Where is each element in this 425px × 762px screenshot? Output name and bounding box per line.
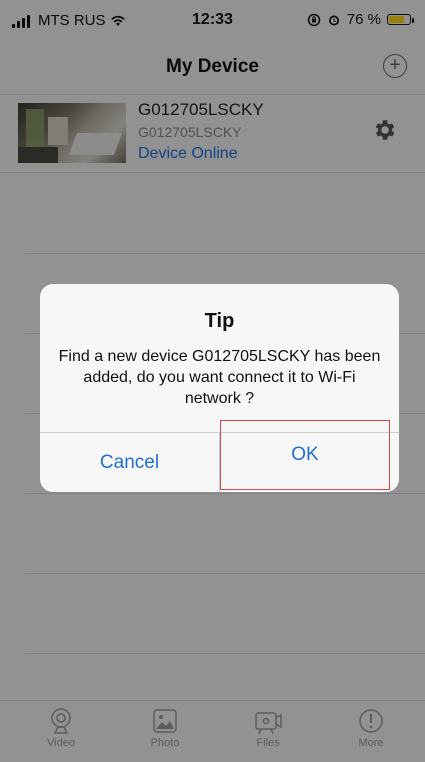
dialog-message: Find a new device G012705LSCKY has been … bbox=[58, 348, 381, 407]
tip-dialog: Tip Find a new device G012705LSCKY has b… bbox=[40, 284, 399, 492]
dialog-title: Tip bbox=[204, 310, 235, 332]
ok-button[interactable]: OK bbox=[220, 420, 390, 490]
cancel-button[interactable]: Cancel bbox=[40, 433, 219, 492]
